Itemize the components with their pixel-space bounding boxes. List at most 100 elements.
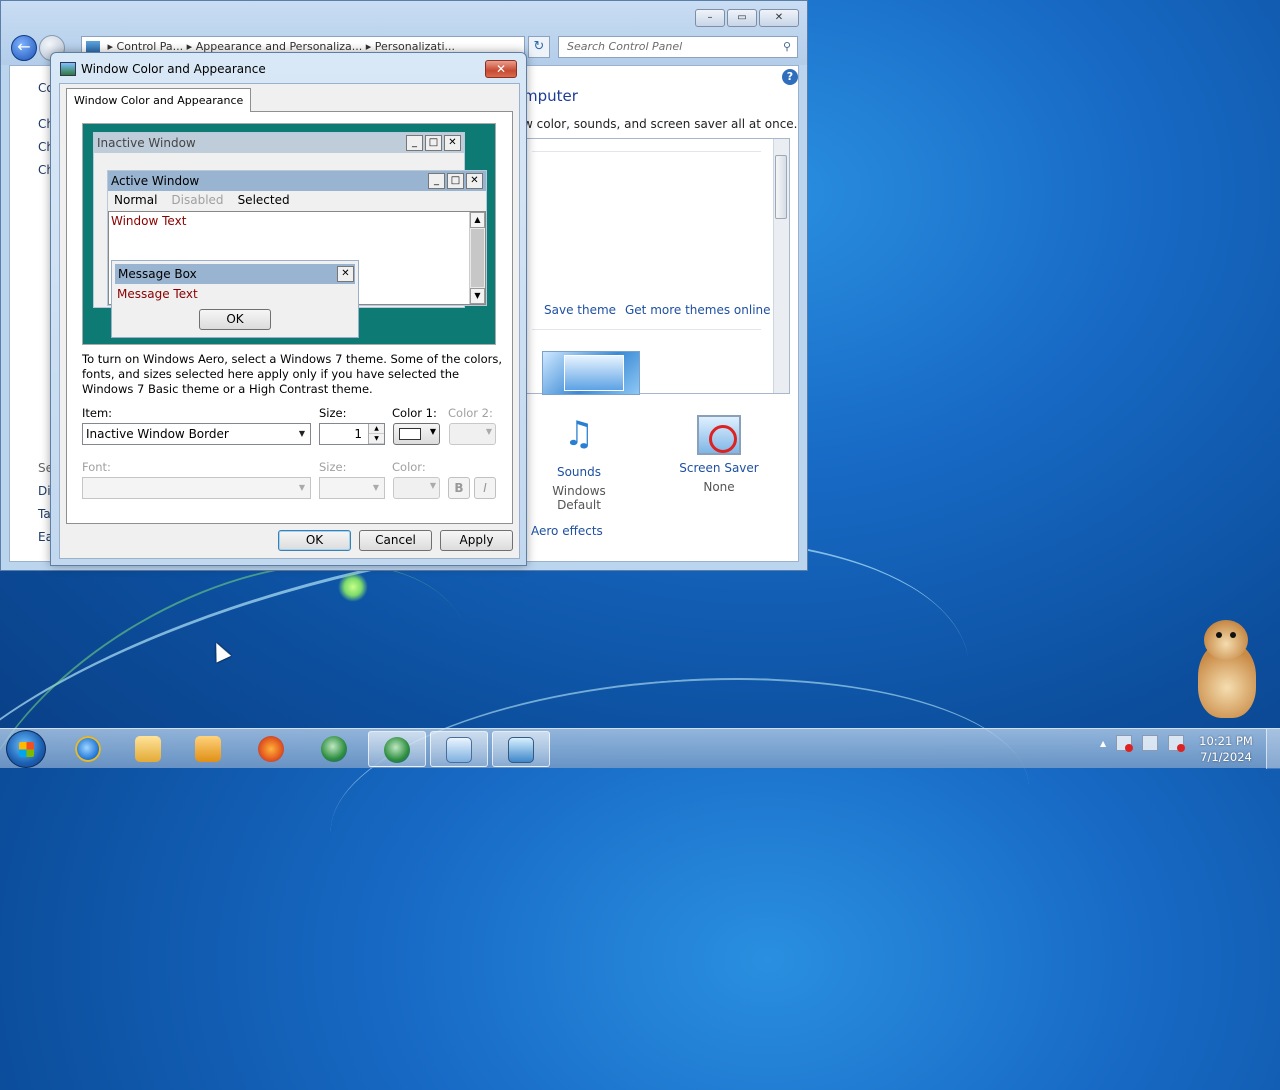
sounds-label[interactable]: Sounds	[529, 465, 629, 479]
sounds-tile[interactable]: ♫ Sounds Windows Default	[529, 409, 629, 512]
refresh-icon[interactable]: ↻	[528, 36, 550, 58]
preview-ok-button[interactable]: OK	[199, 309, 271, 330]
bold-button[interactable]: B	[448, 477, 470, 499]
page-title: mputer	[523, 87, 578, 105]
italic-button[interactable]: I	[474, 477, 496, 499]
close-button[interactable]: ✕	[759, 9, 799, 27]
clock-date: 7/1/2024	[1200, 750, 1252, 764]
network-icon[interactable]	[1142, 735, 1159, 751]
color1-picker[interactable]: ▼	[393, 423, 440, 445]
taskbar-firefox[interactable]	[243, 731, 301, 767]
item-select[interactable]: Inactive Window Border ▼	[82, 423, 311, 445]
color2-picker[interactable]: ▼	[449, 423, 496, 445]
preview-menu-bar: Normal Disabled Selected	[112, 193, 290, 207]
sounds-value: Windows Default	[552, 484, 606, 512]
show-desktop-button[interactable]	[1266, 729, 1280, 769]
scroll-up-icon: ▲	[470, 212, 485, 228]
font-size-select[interactable]: ▼	[319, 477, 385, 499]
show-hidden-icons-button[interactable]: ▲	[1100, 739, 1106, 748]
hamster-eye	[1230, 632, 1236, 638]
size-label: Size:	[319, 406, 347, 420]
screen-saver-label[interactable]: Screen Saver	[669, 461, 769, 475]
get-more-themes-link[interactable]: Get more themes online	[625, 303, 771, 317]
color1-swatch	[399, 428, 421, 440]
taskbar-internet-explorer[interactable]	[60, 731, 118, 767]
firefox-icon	[258, 736, 284, 762]
chevron-down-icon: ▼	[372, 483, 380, 492]
dialog-client: Window Color and Appearance Inactive Win…	[59, 83, 520, 559]
save-theme-link[interactable]: Save theme	[544, 303, 616, 317]
clock[interactable]: 10:21 PM 7/1/2024	[1196, 733, 1256, 765]
preview-message-box[interactable]: Message Box ✕ Message Text OK	[111, 260, 359, 338]
scroll-down-icon: ▼	[470, 288, 485, 304]
item-label: Item:	[82, 406, 113, 420]
display-icon	[508, 737, 534, 763]
window-color-dialog: Window Color and Appearance ✕ Window Col…	[50, 52, 527, 566]
minimize-icon: _	[406, 135, 423, 151]
message-box-title: Message Box	[115, 264, 355, 284]
folder-icon	[135, 736, 161, 762]
taskbar-control-panel[interactable]	[430, 731, 488, 767]
size-value: 1	[354, 427, 362, 441]
font-select[interactable]: ▼	[82, 477, 311, 499]
maximize-icon: □	[425, 135, 442, 151]
caption-buttons: – ▭ ✕	[695, 9, 799, 27]
taskbar-explorer[interactable]	[120, 731, 178, 767]
screen-saver-tile[interactable]: Screen Saver None	[669, 409, 769, 494]
wallpaper-glow	[338, 572, 368, 602]
globe-icon	[384, 737, 410, 763]
spin-buttons[interactable]: ▲ ▼	[368, 424, 384, 444]
font-color-picker[interactable]: ▼	[393, 477, 440, 499]
theme-list[interactable]: Save theme Get more themes online	[523, 138, 790, 395]
scrollbar-thumb[interactable]	[775, 155, 787, 219]
taskbar-window-color[interactable]	[492, 731, 550, 767]
maximize-button[interactable]: ▭	[727, 9, 757, 27]
search-icon[interactable]: ⚲	[783, 37, 791, 57]
action-center-icon[interactable]	[1116, 735, 1134, 752]
internet-explorer-icon	[75, 736, 101, 762]
hamster-gadget[interactable]	[1190, 620, 1262, 720]
inactive-window-buttons: _ □ ✕	[406, 135, 461, 151]
taskbar-globe-app[interactable]	[306, 731, 364, 767]
tab-window-color[interactable]: Window Color and Appearance	[66, 88, 252, 112]
menu-disabled[interactable]: Disabled	[171, 193, 223, 207]
scrollbar-thumb	[471, 229, 484, 287]
size-stepper[interactable]: 1 ▲ ▼	[319, 423, 385, 445]
display-icon	[60, 62, 76, 76]
spin-down-icon[interactable]: ▼	[369, 434, 384, 444]
divider	[532, 329, 761, 330]
menu-normal[interactable]: Normal	[114, 193, 157, 207]
control-panel-icon	[446, 737, 472, 763]
ok-button[interactable]: OK	[278, 530, 351, 551]
screen-saver-icon	[697, 415, 741, 455]
start-button[interactable]	[6, 730, 46, 768]
search-input[interactable]: Search Control Panel ⚲	[558, 36, 798, 58]
search-placeholder: Search Control Panel	[567, 40, 683, 53]
minimize-button[interactable]: –	[695, 9, 725, 27]
taskbar-media-player[interactable]	[180, 731, 238, 767]
sidebar-link[interactable]: Ta	[38, 507, 51, 521]
back-button[interactable]: ←	[11, 35, 37, 61]
aero-effects-link[interactable]: Aero effects	[531, 524, 603, 538]
volume-muted-icon[interactable]	[1168, 735, 1186, 752]
mouse-cursor-icon	[208, 639, 232, 663]
appearance-preview: Inactive Window _ □ ✕ Active Window _ □ …	[82, 123, 496, 345]
aero-info-text: To turn on Windows Aero, select a Window…	[82, 352, 503, 396]
spin-up-icon[interactable]: ▲	[369, 424, 384, 434]
dialog-title: Window Color and Appearance	[81, 62, 266, 76]
chevron-down-icon: ▼	[429, 427, 436, 436]
divider	[532, 151, 761, 152]
chevron-down-icon: ▼	[298, 483, 306, 492]
chevron-down-icon: ▼	[429, 481, 436, 490]
taskbar-globe-app-active[interactable]	[368, 731, 426, 767]
font-color-label: Color:	[392, 460, 426, 474]
dialog-close-button[interactable]: ✕	[485, 60, 517, 78]
menu-selected[interactable]: Selected	[238, 193, 290, 207]
help-icon[interactable]: ?	[782, 69, 798, 85]
cancel-button[interactable]: Cancel	[359, 530, 432, 551]
active-window-buttons: _ □ ✕	[428, 173, 483, 189]
chevron-down-icon: ▼	[298, 429, 306, 438]
preview-scrollbar[interactable]: ▲ ▼	[469, 212, 485, 304]
color1-label: Color 1:	[392, 406, 437, 420]
apply-button[interactable]: Apply	[440, 530, 513, 551]
